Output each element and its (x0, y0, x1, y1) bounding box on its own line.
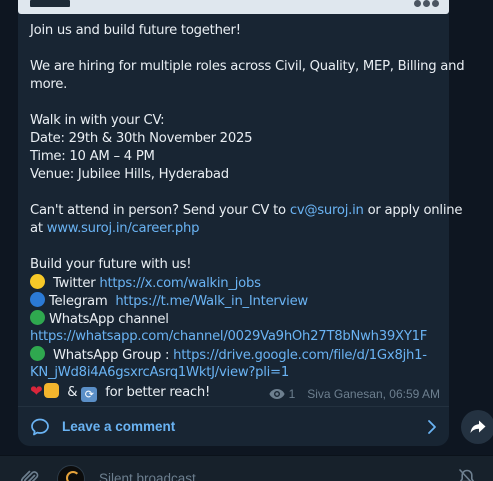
channel-avatar[interactable] (57, 465, 85, 481)
whatsapp-channel-link[interactable]: https://whatsapp.com/channel/0029Va9hOh2… (30, 329, 427, 344)
whatsapp-channel-url-line: https://whatsapp.com/channel/0029Va9hOh2… (30, 328, 440, 346)
post-line: We are hiring for multiple roles across … (30, 59, 465, 74)
whatsapp-group-link[interactable]: https://drive.google.com/file/d/1Gx8jh1- (173, 348, 427, 363)
post-meta: 1 Siva Ganesan, 06:59 AM (268, 387, 440, 401)
whatsapp-group-url-line: KN_jWd8i4A6gsxrcAsrq1WktJ/view?pli=1 (30, 364, 440, 382)
post-line: Walk in with your CV: (30, 113, 165, 128)
composer-input[interactable]: Silent broadcast (99, 471, 196, 481)
post-line: Time: 10 AM – 4 PM (30, 149, 155, 164)
cv-email-link[interactable]: cv@suroj.in (290, 203, 364, 218)
leave-comment-button[interactable]: Leave a comment (18, 407, 449, 446)
whatsapp-channel-line: WhatsApp channel (30, 310, 440, 328)
post-line: Join us and build future together! (30, 23, 241, 38)
telegram-link[interactable]: https://t.me/Walk_in_Interview (115, 294, 308, 309)
paperclip-icon[interactable] (20, 469, 40, 481)
blue-circle-icon (30, 292, 45, 307)
whatsapp-group-link-cont[interactable]: KN_jWd8i4A6gsxrcAsrq1WktJ/view?pli=1 (30, 365, 289, 380)
twitter-link[interactable]: https://x.com/walkin_jobs (99, 276, 261, 291)
image-partner-logos (414, 0, 439, 7)
twitter-line: Twitter https://x.com/walkin_jobs (30, 274, 440, 292)
message-composer: Silent broadcast (0, 455, 493, 481)
post-text: Join us and build future together! We are… (30, 22, 465, 402)
telegram-line: Telegram https://t.me/Walk_in_Interview (30, 292, 440, 310)
heart-icon: ❤ (30, 382, 43, 400)
build-future-line: Build your future with us! (30, 257, 192, 272)
green-circle-icon (30, 346, 45, 361)
refresh-icon: ⟳ (81, 387, 98, 402)
post-line: Venue: Jubilee Hills, Hyderabad (30, 167, 229, 182)
thumbs-up-icon (44, 383, 60, 398)
share-button[interactable] (461, 410, 493, 444)
eye-icon (268, 389, 285, 399)
image-caption-strip (30, 0, 70, 7)
bell-off-icon[interactable] (457, 468, 477, 481)
post-line: more. (30, 77, 68, 92)
career-line: at www.suroj.in/career.php (30, 221, 200, 236)
channel-post: Join us and build future together! We are… (18, 0, 465, 446)
comment-bubble-icon (31, 418, 49, 436)
cant-attend-line: Can't attend in person? Send your CV to … (30, 203, 463, 218)
view-count: 1 (288, 387, 296, 401)
post-line: Date: 29th & 30th November 2025 (30, 131, 253, 146)
career-link[interactable]: www.suroj.in/career.php (47, 221, 200, 236)
post-image[interactable] (18, 0, 449, 14)
whatsapp-group-line: WhatsApp Group : https://drive.google.co… (30, 346, 440, 364)
green-circle-icon (30, 310, 45, 325)
chevron-right-icon (428, 420, 436, 434)
yellow-circle-icon (30, 274, 45, 289)
author-time: Siva Ganesan, 06:59 AM (307, 387, 440, 401)
share-arrow-icon (470, 420, 486, 433)
leave-comment-label: Leave a comment (62, 419, 176, 434)
